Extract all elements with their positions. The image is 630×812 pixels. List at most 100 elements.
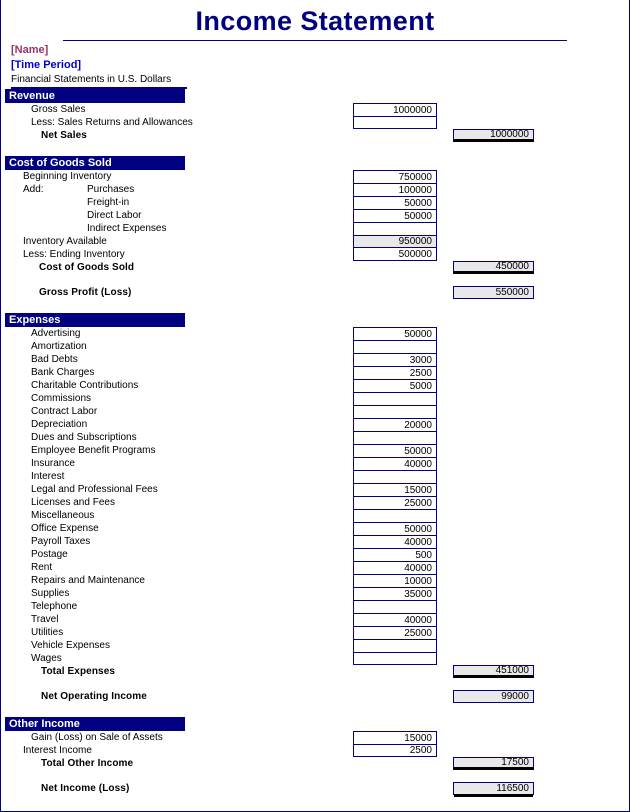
row-label: Advertising xyxy=(31,328,81,339)
total-column-cell xyxy=(453,418,553,431)
value-input-gross-sales[interactable]: 1000000 xyxy=(353,103,437,116)
row-label: Depreciation xyxy=(31,419,88,430)
value-input-expense[interactable]: 40000 xyxy=(353,535,437,548)
value-input-sales-returns[interactable] xyxy=(353,116,437,129)
title-block: Income Statement xyxy=(1,0,629,41)
value-input-expense[interactable]: 15000 xyxy=(353,483,437,496)
value-input-expense[interactable] xyxy=(353,639,437,652)
table-row: Less: Sales Returns and Allowances xyxy=(1,116,629,129)
total-column-cell: 451000 xyxy=(453,665,553,679)
table-row: Dues and Subscriptions xyxy=(1,431,629,444)
value-input-expense[interactable]: 50000 xyxy=(353,522,437,535)
table-row: Inventory Available 950000 xyxy=(1,235,629,248)
value-input-interest-income[interactable]: 2500 xyxy=(353,744,437,757)
value-input-expense[interactable]: 5000 xyxy=(353,379,437,392)
value-input-expense[interactable] xyxy=(353,470,437,483)
sub-column-cell xyxy=(353,261,453,275)
sub-column-cell xyxy=(353,129,453,143)
value-input-expense[interactable] xyxy=(353,509,437,522)
value-input-direct-labor[interactable]: 50000 xyxy=(353,209,437,222)
sub-column-cell xyxy=(353,509,453,522)
value-input-gain-loss-sale-assets[interactable]: 15000 xyxy=(353,731,437,744)
value-input-expense[interactable] xyxy=(353,405,437,418)
value-input-expense[interactable]: 3000 xyxy=(353,353,437,366)
value-input-freight-in[interactable]: 50000 xyxy=(353,196,437,209)
total-column-cell xyxy=(453,561,553,574)
value-input-expense[interactable]: 35000 xyxy=(353,587,437,600)
time-period-field[interactable]: [Time Period] xyxy=(11,58,629,73)
sub-column-cell: 50000 xyxy=(353,444,453,457)
value-input-expense[interactable] xyxy=(353,340,437,353)
row-label: Telephone xyxy=(31,601,78,612)
value-input-expense[interactable]: 50000 xyxy=(353,327,437,340)
value-input-expense[interactable]: 20000 xyxy=(353,418,437,431)
value-input-beginning-inventory[interactable]: 750000 xyxy=(353,170,437,183)
total-column-cell xyxy=(453,353,553,366)
value-net-income: 116500 xyxy=(453,782,534,795)
expenses-rows: Advertising 50000 Amortization Bad Debts 300… xyxy=(1,327,629,665)
sub-column-cell: 40000 xyxy=(353,613,453,626)
value-input-expense[interactable]: 50000 xyxy=(353,444,437,457)
value-input-expense[interactable]: 500 xyxy=(353,548,437,561)
section-header-other-income: Other Income xyxy=(5,717,185,731)
table-row: Licenses and Fees 25000 xyxy=(1,496,629,509)
table-row: Payroll Taxes 40000 xyxy=(1,535,629,548)
row-label: Purchases xyxy=(87,184,135,195)
sub-column-cell: 1000000 xyxy=(353,103,453,116)
subtotal-row-net-sales: Net Sales 1000000 xyxy=(1,129,629,143)
total-column-cell xyxy=(453,600,553,613)
sub-column-cell xyxy=(353,392,453,405)
subtotal-row-cogs: Cost of Goods Sold 450000 xyxy=(1,261,629,275)
value-input-expense[interactable]: 40000 xyxy=(353,613,437,626)
sub-column-cell: 50000 xyxy=(353,196,453,209)
currency-note: Financial Statements in U.S. Dollars xyxy=(11,73,187,89)
value-input-expense[interactable] xyxy=(353,600,437,613)
value-input-expense[interactable]: 2500 xyxy=(353,366,437,379)
row-label: Rent xyxy=(31,562,53,573)
total-column-cell xyxy=(453,483,553,496)
section-header-cogs: Cost of Goods Sold xyxy=(5,156,185,170)
value-input-expense[interactable] xyxy=(353,392,437,405)
sub-column-cell: 40000 xyxy=(353,535,453,548)
table-row: Add: Purchases 100000 xyxy=(1,183,629,196)
value-input-expense[interactable] xyxy=(353,431,437,444)
total-column-cell: 17500 xyxy=(453,757,553,771)
table-row: Wages xyxy=(1,652,629,665)
sub-column-cell: 950000 xyxy=(353,235,453,248)
sub-column-cell: 15000 xyxy=(353,731,453,744)
total-column-cell xyxy=(453,522,553,535)
value-input-expense[interactable] xyxy=(353,652,437,665)
table-row: Interest Income 2500 xyxy=(1,744,629,757)
value-input-ending-inventory[interactable]: 500000 xyxy=(353,248,437,261)
value-input-expense[interactable]: 25000 xyxy=(353,626,437,639)
sub-column-cell: 500000 xyxy=(353,248,453,261)
sub-column-cell: 50000 xyxy=(353,522,453,535)
total-column-cell xyxy=(453,379,553,392)
value-input-indirect-expenses[interactable] xyxy=(353,222,437,235)
row-label: Gross Profit (Loss) xyxy=(39,287,132,298)
sub-column-cell: 40000 xyxy=(353,561,453,574)
total-column-cell xyxy=(453,209,553,222)
sub-column-cell: 25000 xyxy=(353,496,453,509)
value-total-cogs: 450000 xyxy=(453,261,534,274)
value-input-expense[interactable]: 40000 xyxy=(353,561,437,574)
table-row: Advertising 50000 xyxy=(1,327,629,340)
row-label: Indirect Expenses xyxy=(87,223,167,234)
total-column-cell xyxy=(453,444,553,457)
subtotal-row-net-income: Net Income (Loss) 116500 xyxy=(1,782,629,796)
company-name-field[interactable]: [Name] xyxy=(11,43,629,58)
sub-column-cell: 50000 xyxy=(353,327,453,340)
row-label: Legal and Professional Fees xyxy=(31,484,158,495)
value-input-expense[interactable]: 40000 xyxy=(353,457,437,470)
income-statement-sheet: Income Statement [Name] [Time Period] Fi… xyxy=(0,0,630,812)
value-inventory-available: 950000 xyxy=(353,235,437,248)
value-input-purchases[interactable]: 100000 xyxy=(353,183,437,196)
total-column-cell xyxy=(453,613,553,626)
value-input-expense[interactable]: 25000 xyxy=(353,496,437,509)
sub-column-cell xyxy=(353,470,453,483)
table-row: Freight-in 50000 xyxy=(1,196,629,209)
total-column-cell: 450000 xyxy=(453,261,553,275)
value-input-expense[interactable]: 10000 xyxy=(353,574,437,587)
